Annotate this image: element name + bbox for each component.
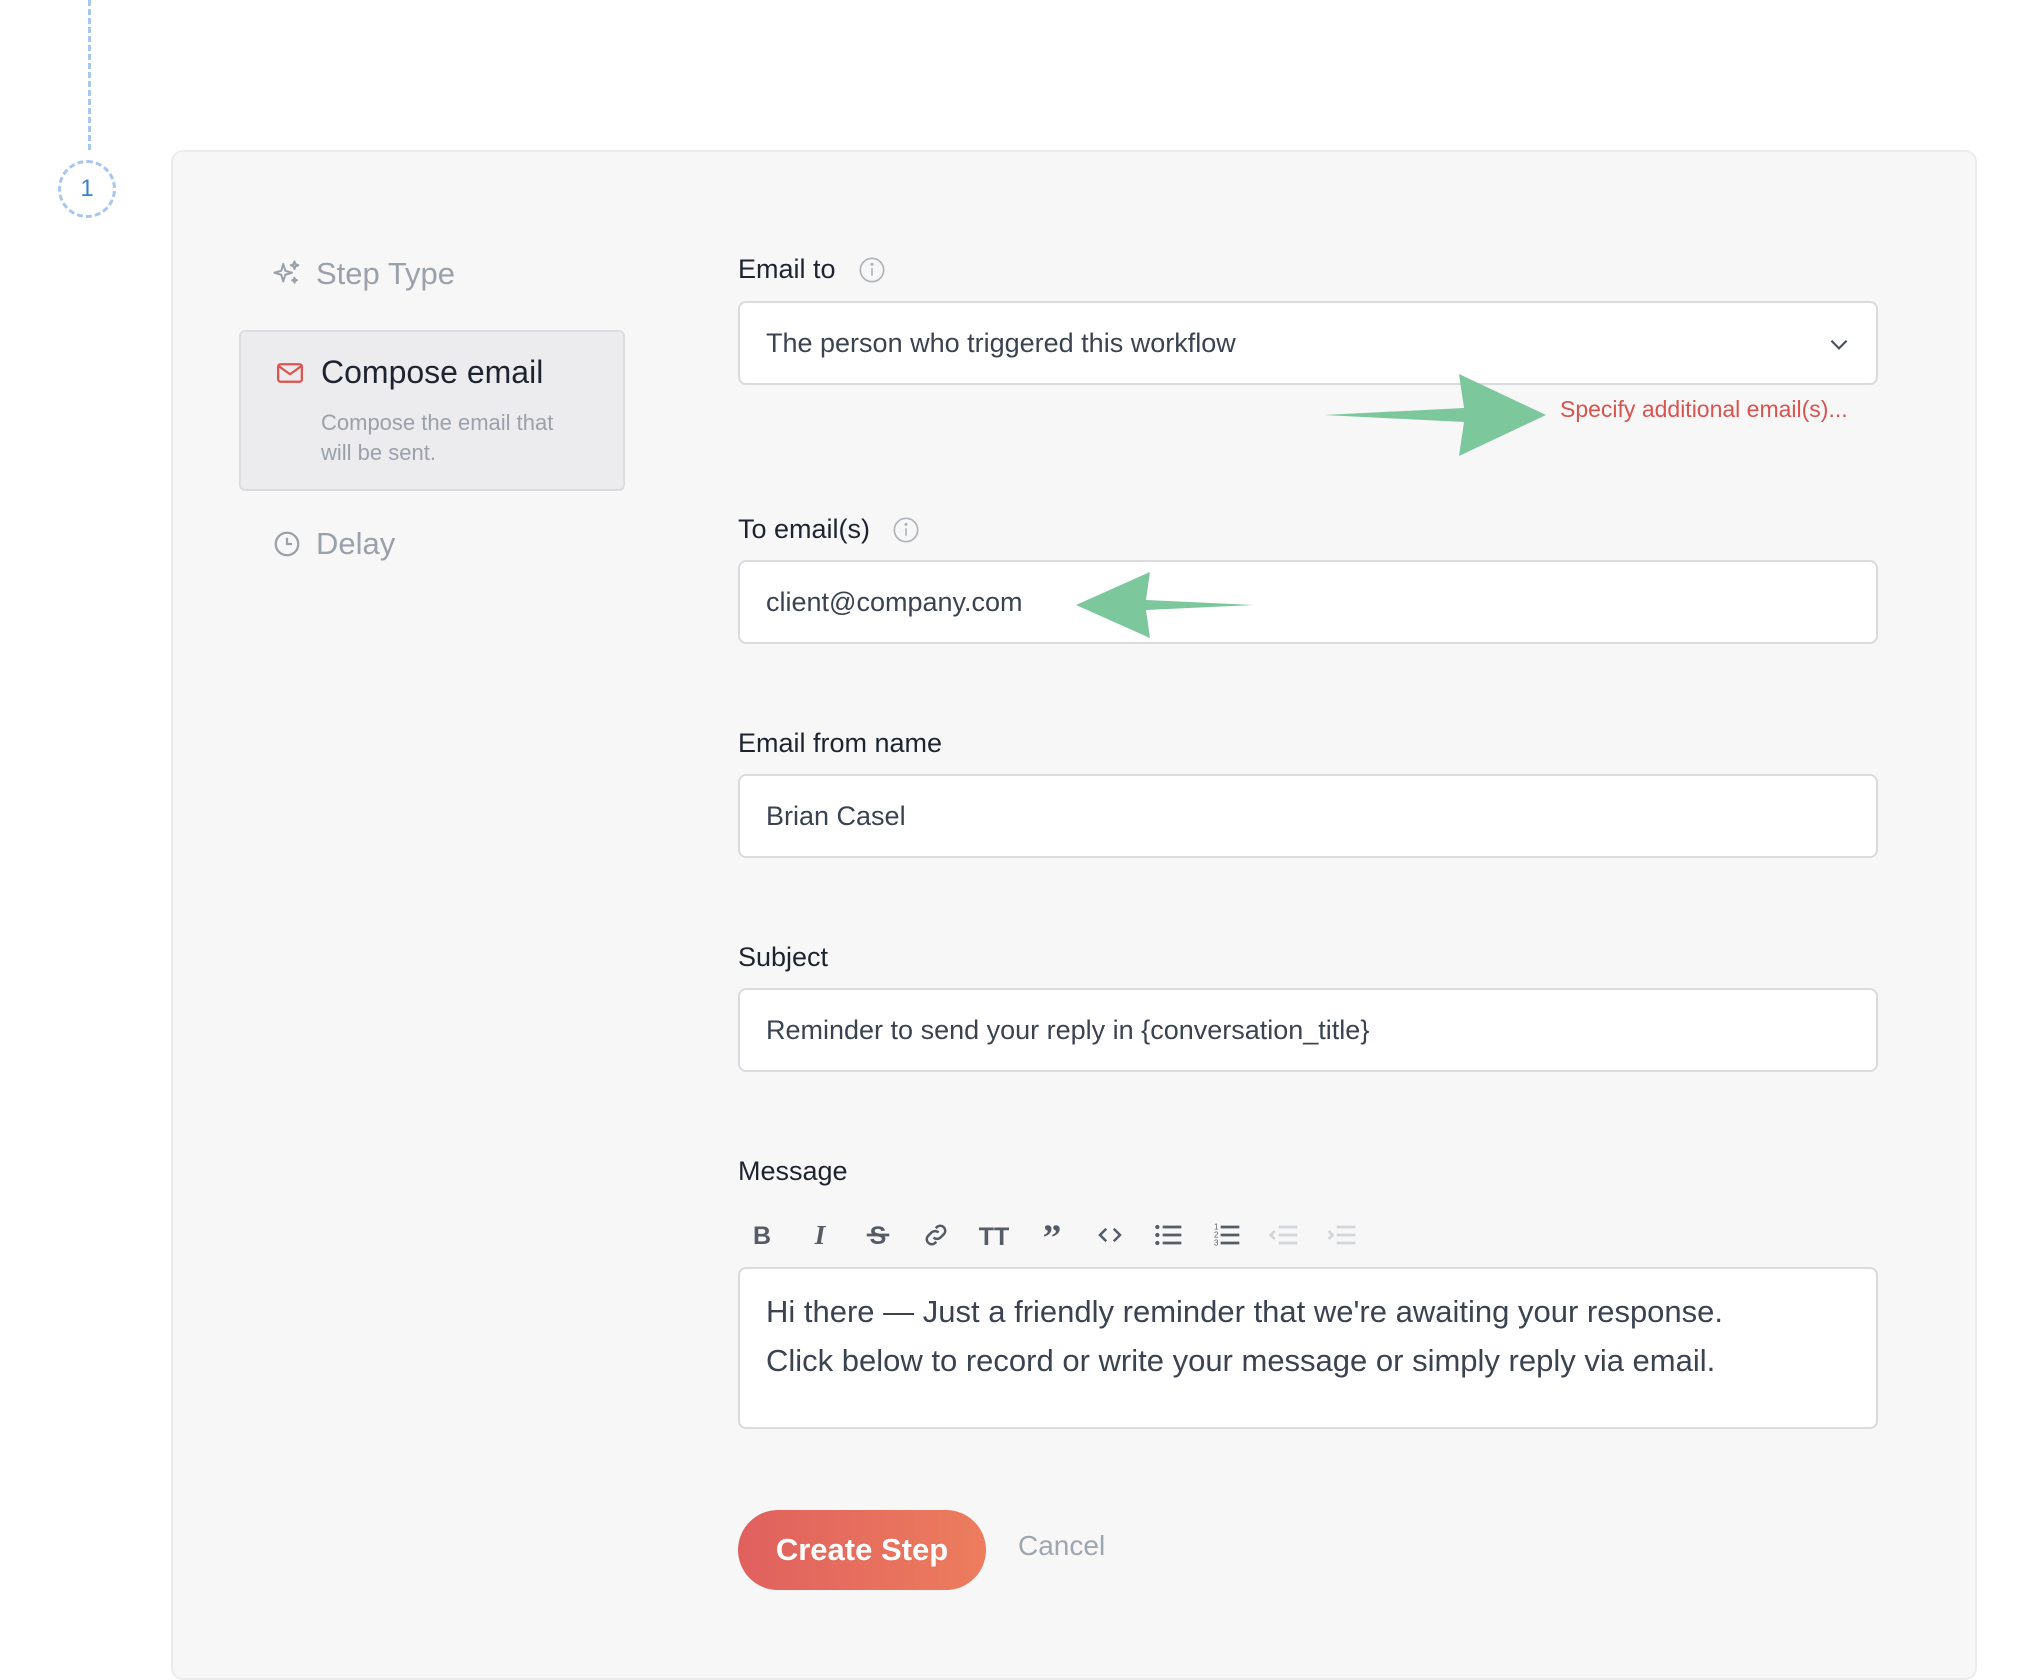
- to-emails-value: client@company.com: [766, 586, 1023, 617]
- sidebar-item-label: Delay: [316, 526, 396, 561]
- italic-icon[interactable]: I: [798, 1213, 842, 1257]
- email-to-select[interactable]: The person who triggered this workflow: [738, 301, 1878, 385]
- create-step-button[interactable]: Create Step: [738, 1510, 986, 1590]
- sparkles-icon: [272, 259, 302, 289]
- numbered-list-icon[interactable]: 1 2 3: [1204, 1213, 1248, 1257]
- from-name-input[interactable]: Brian Casel: [738, 774, 1878, 858]
- info-icon[interactable]: [858, 256, 886, 284]
- sidebar-item-description: Compose the email that will be sent.: [321, 410, 554, 465]
- step-number-badge: 1: [58, 160, 116, 218]
- subject-value: Reminder to send your reply in {conversa…: [766, 1014, 1370, 1045]
- link-icon[interactable]: [914, 1213, 958, 1257]
- sidebar-item-label: Step Type: [316, 256, 456, 291]
- sidebar-item-compose-email[interactable]: Compose email Compose the email that wil…: [239, 330, 625, 491]
- annotation-arrow-right: [1324, 374, 1546, 456]
- from-name-value: Brian Casel: [766, 800, 906, 831]
- to-emails-label-text: To email(s): [738, 514, 871, 544]
- from-name-label: Email from name: [738, 728, 942, 759]
- subject-input[interactable]: Reminder to send your reply in {conversa…: [738, 988, 1878, 1072]
- sidebar-item-step-type[interactable]: Step Type: [272, 256, 455, 292]
- bold-icon[interactable]: B: [740, 1213, 784, 1257]
- chevron-down-icon: [1826, 331, 1852, 364]
- message-line: Click below to record or write your mess…: [766, 1343, 1716, 1378]
- message-formatting-toolbar: B I S TT ” 1 2 3: [740, 1210, 1364, 1260]
- svg-text:TT: TT: [979, 1223, 1009, 1250]
- message-line: Hi there — Just a friendly reminder that…: [766, 1294, 1724, 1329]
- sidebar-item-title: Compose email: [321, 354, 544, 390]
- svg-text:3: 3: [1214, 1239, 1219, 1248]
- to-emails-input[interactable]: client@company.com: [738, 560, 1878, 644]
- clock-icon: [272, 529, 302, 559]
- svg-text:”: ”: [1043, 1220, 1062, 1250]
- bullet-list-icon[interactable]: [1146, 1213, 1190, 1257]
- email-to-selected-value: The person who triggered this workflow: [766, 327, 1236, 358]
- subject-label: Subject: [738, 942, 828, 973]
- message-label-text: Message: [738, 1156, 848, 1186]
- specify-additional-emails-link[interactable]: Specify additional email(s)...: [1560, 396, 1848, 423]
- svg-text:B: B: [753, 1222, 771, 1250]
- indent-icon[interactable]: [1320, 1213, 1364, 1257]
- email-to-label: Email to: [738, 254, 886, 285]
- outdent-icon[interactable]: [1262, 1213, 1306, 1257]
- cancel-button[interactable]: Cancel: [1018, 1530, 1105, 1562]
- info-icon[interactable]: [892, 516, 920, 544]
- message-label: Message: [738, 1156, 848, 1187]
- sidebar-item-delay[interactable]: Delay: [272, 526, 395, 562]
- to-emails-label: To email(s): [738, 514, 920, 545]
- heading-icon[interactable]: TT: [972, 1213, 1016, 1257]
- message-editor[interactable]: Hi there — Just a friendly reminder that…: [738, 1267, 1878, 1429]
- timeline-connector: [88, 0, 91, 150]
- email-to-label-text: Email to: [738, 254, 836, 284]
- strikethrough-icon[interactable]: S: [856, 1213, 900, 1257]
- envelope-icon: [275, 358, 305, 393]
- svg-text:I: I: [814, 1220, 827, 1250]
- annotation-arrow-left: [1076, 572, 1254, 638]
- quote-icon[interactable]: ”: [1030, 1213, 1074, 1257]
- subject-label-text: Subject: [738, 942, 829, 972]
- from-name-label-text: Email from name: [738, 728, 943, 758]
- code-icon[interactable]: [1088, 1213, 1132, 1257]
